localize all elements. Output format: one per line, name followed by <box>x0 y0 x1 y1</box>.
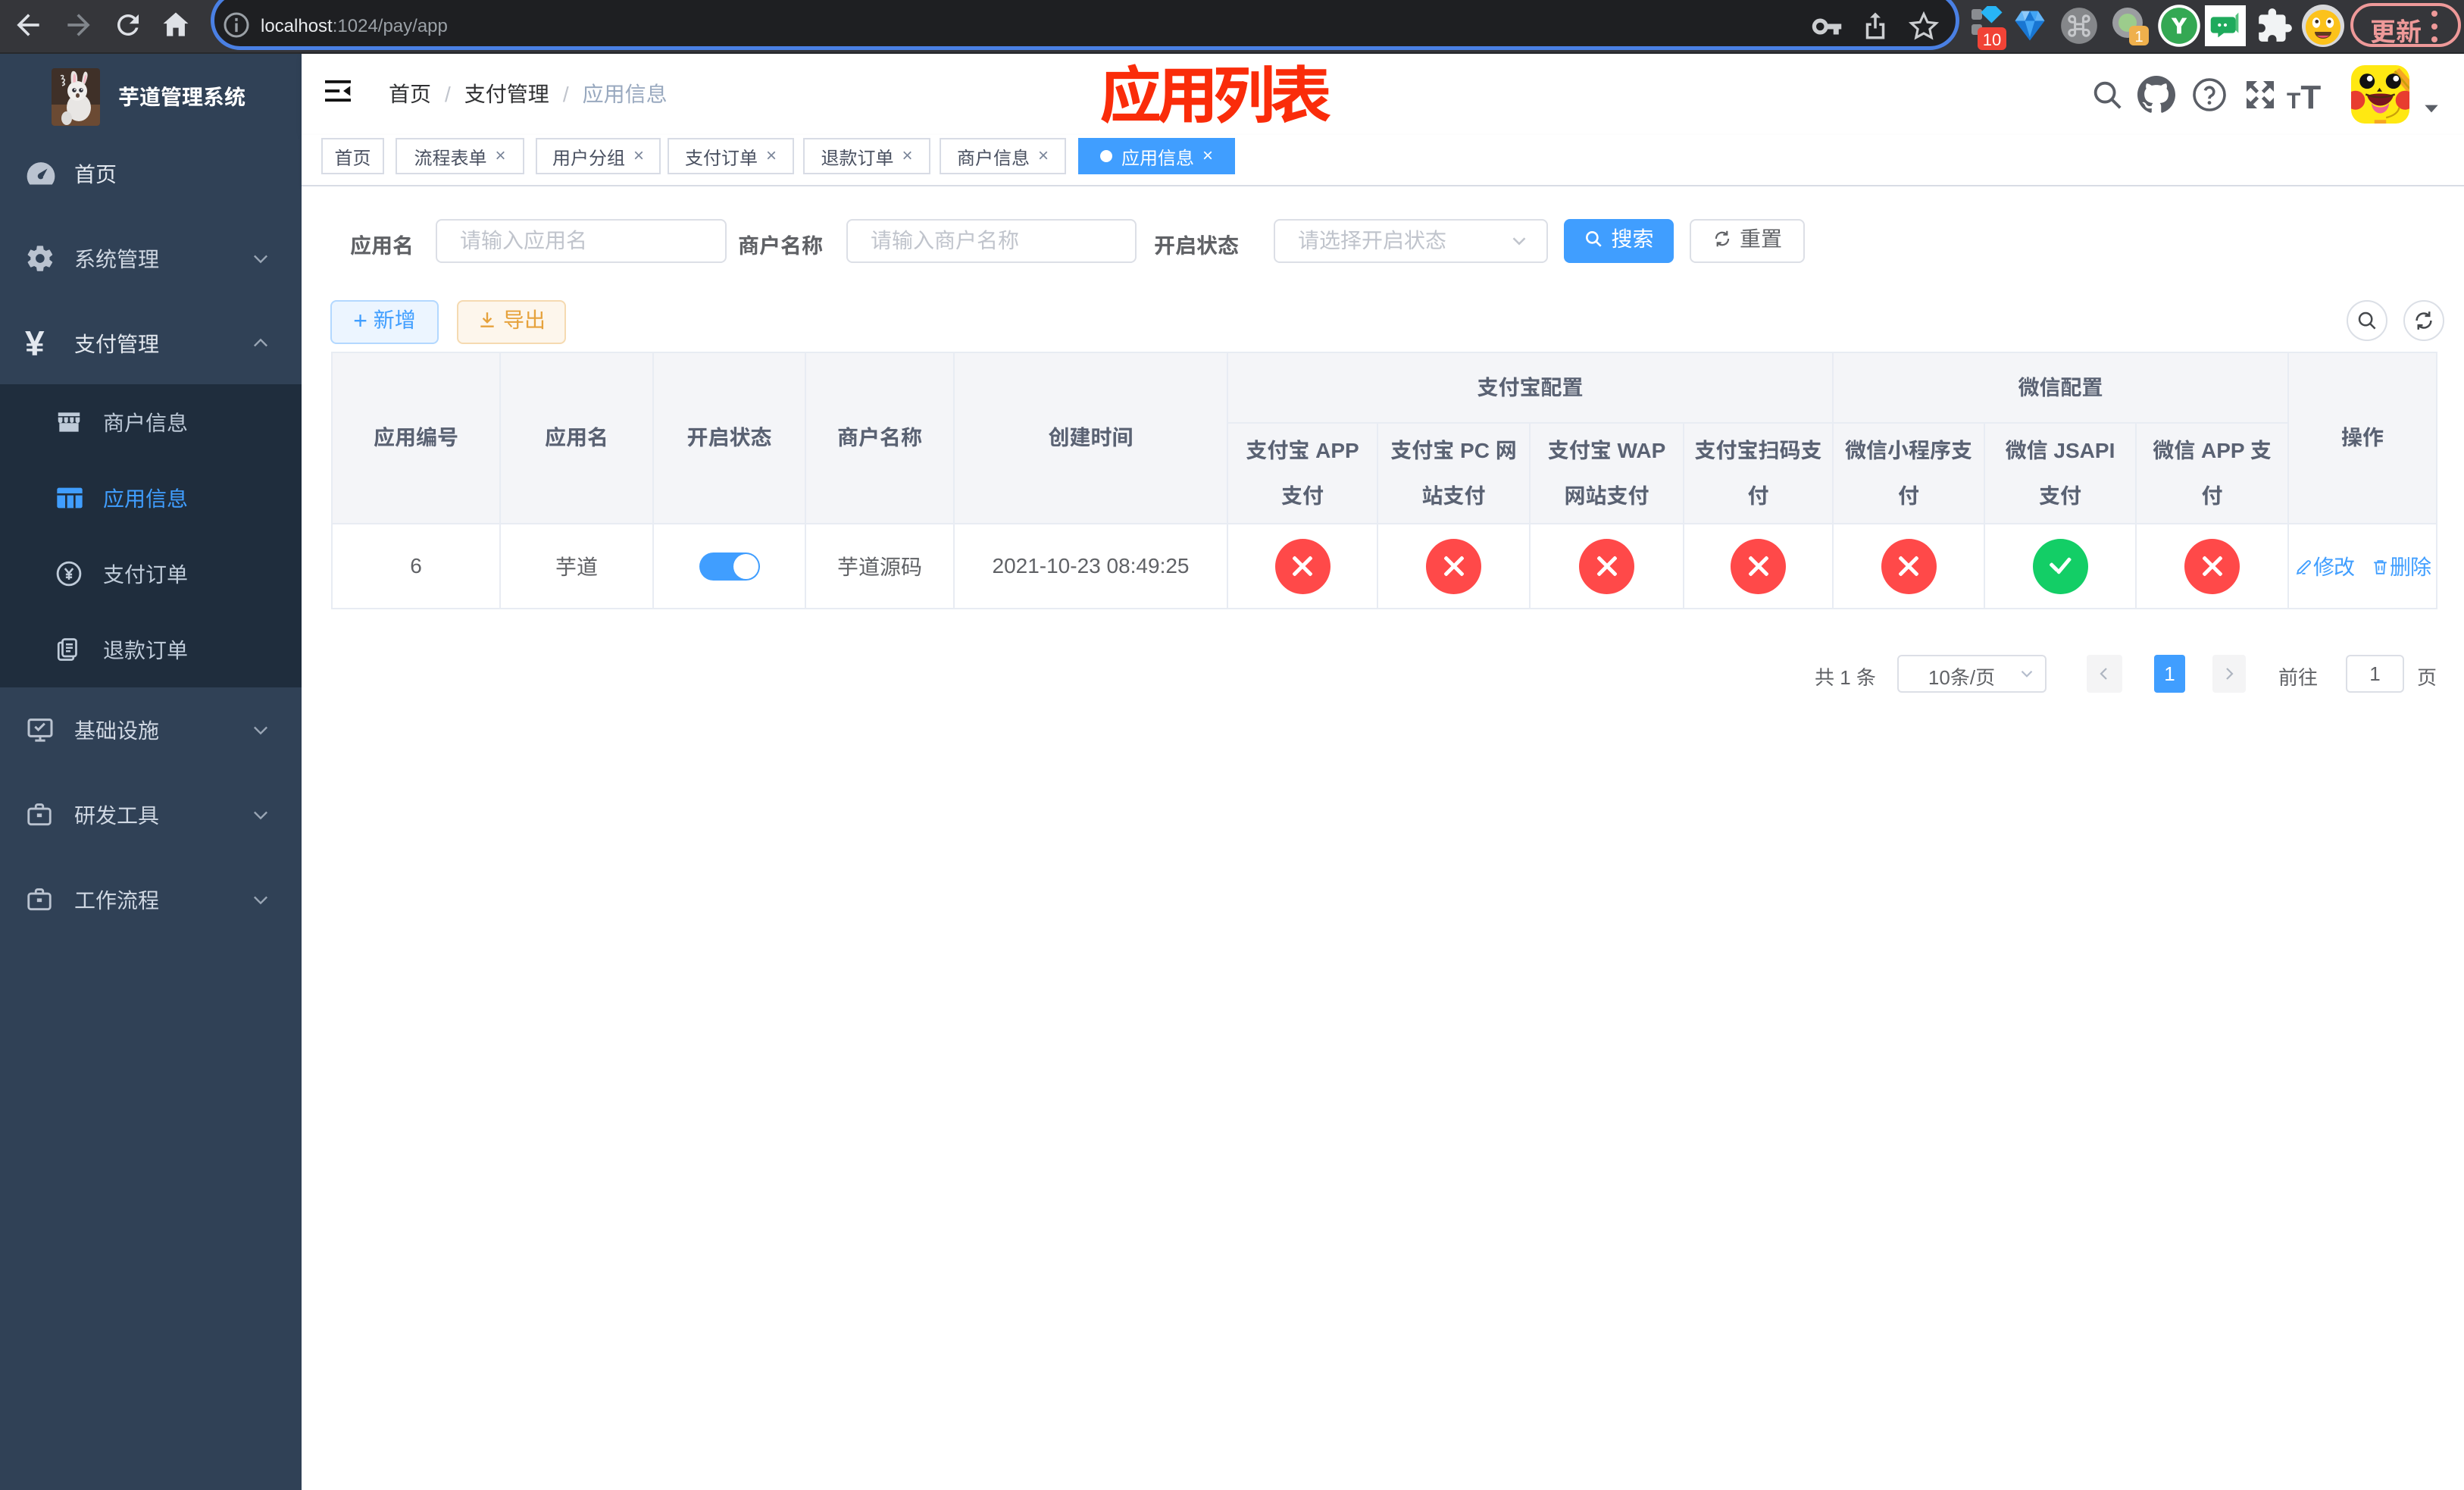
svg-text:1: 1 <box>2134 29 2143 45</box>
svg-text:10: 10 <box>1983 30 2001 49</box>
